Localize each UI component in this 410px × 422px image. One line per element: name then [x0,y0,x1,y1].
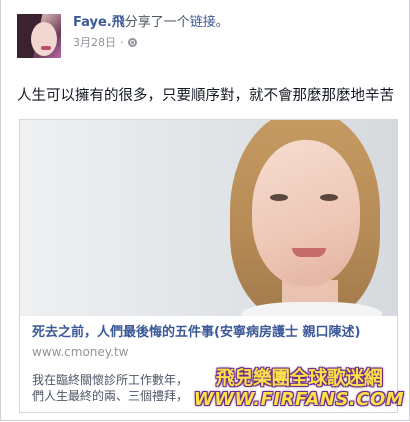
author-name-link[interactable]: Faye.飛 [73,15,125,30]
globe-icon[interactable] [127,37,137,47]
feed-story-card: Faye.飛分享了一个链接。 3月28日 · 人生可以擁有的很多，只要順序對，就… [0,0,410,421]
shared-link-preview[interactable]: 死去之前，人們最後悔的五件事(安寧病房護士 親口陳述) www.cmoney.t… [19,119,398,413]
post-message: 人生可以擁有的很多，只要順序對，就不會那麼那麼地辛苦 [17,88,394,104]
link-preview-domain: www.cmoney.tw [32,345,129,359]
photo-left-eye [270,194,288,201]
link-preview-image[interactable] [20,120,397,316]
description-line: 我在臨終關懷診所工作數年， [32,373,189,387]
post-date-link[interactable]: 3月28日 [73,34,116,50]
meta-dot: · [120,35,124,49]
avatar-lips [41,46,51,50]
photo-shoulders [242,302,382,316]
story-header: Faye.飛分享了一个链接。 [73,15,229,31]
description-line: 們人生最終的兩、三個禮拜， [32,389,189,403]
photo-right-eye [320,194,338,201]
photo-face [252,140,360,286]
avatar-face [31,22,57,56]
author-avatar[interactable] [17,14,61,58]
link-preview-description: 我在臨終關懷診所工作數年， 們人生最終的兩、三個禮拜， [32,372,387,404]
story-action-text: 分享了一个 [124,15,190,30]
story-meta: 3月28日 · [73,34,137,50]
shared-link-word[interactable]: 链接 [190,15,216,30]
photo-smile [292,248,326,257]
header-punctuation: 。 [215,15,229,30]
link-preview-title[interactable]: 死去之前，人們最後悔的五件事(安寧病房護士 親口陳述) [32,324,360,342]
